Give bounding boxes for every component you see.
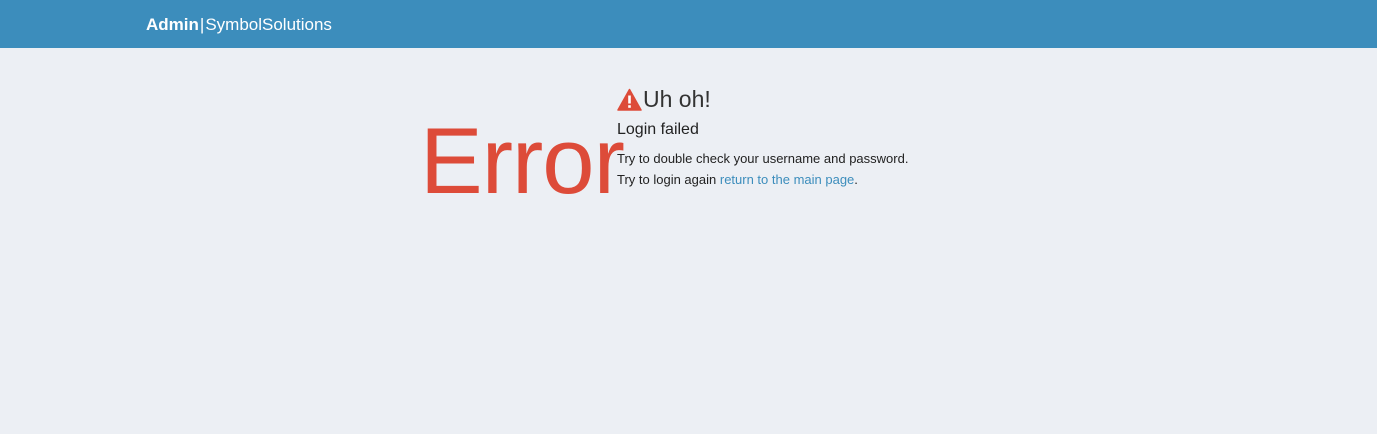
error-content: Uh oh! Login failed Try to double check … [617, 84, 1037, 190]
brand-admin: Admin [146, 15, 199, 34]
line2-prefix: Try to login again [617, 172, 720, 187]
brand-company: SymbolSolutions [205, 15, 332, 34]
error-message-line1: Try to double check your username and pa… [617, 151, 909, 166]
error-headline: Uh oh! [617, 84, 1037, 114]
error-title: Login failed [617, 121, 699, 138]
brand-logo-link[interactable]: Admin|SymbolSolutions [146, 14, 332, 36]
error-code: Error [420, 108, 625, 213]
headline-text: Uh oh! [643, 86, 711, 112]
warning-triangle-icon [617, 88, 642, 111]
line2-suffix: . [854, 172, 858, 187]
top-navbar: Admin|SymbolSolutions [0, 0, 1377, 48]
error-message-line2: Try to login again return to the main pa… [617, 169, 1037, 190]
return-main-page-link[interactable]: return to the main page [720, 172, 854, 187]
